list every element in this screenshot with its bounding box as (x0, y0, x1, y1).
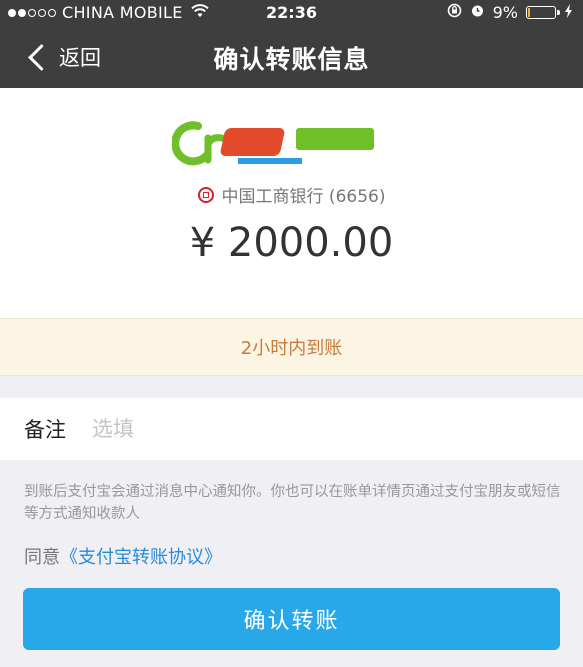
status-right: 9% (447, 3, 573, 22)
page-title: 确认转账信息 (213, 45, 370, 74)
arrival-notice-text: 2小时内到账 (240, 338, 343, 359)
confirm-transfer-button[interactable]: 确认转账 (23, 588, 560, 650)
alarm-icon (470, 3, 485, 22)
charging-icon (564, 3, 573, 22)
agreement-prefix: 同意 (24, 547, 60, 568)
agreement-row: 同意《支付宝转账协议》 (24, 543, 222, 569)
bank-info: 中国工商银行 (6656) (0, 182, 583, 207)
transfer-amount: ¥ 2000.00 (189, 220, 394, 266)
memo-input[interactable] (90, 416, 494, 442)
recipient-card: 中国工商银行 (6656) ¥ 2000.00 (0, 88, 583, 318)
battery-level (528, 8, 530, 17)
memo-row: 备注 (0, 398, 583, 460)
transfer-agreement-link[interactable]: 《支付宝转账协议》 (60, 547, 222, 568)
bank-name: 中国工商银行 (6656) (221, 187, 386, 207)
memo-label: 备注 (24, 418, 66, 442)
rotation-lock-icon (447, 3, 462, 22)
notification-info-text: 到账后支付宝会通过消息中心通知你。你也可以在账单详情页通过支付宝朋友或短信等方式… (24, 484, 561, 522)
arrival-notice: 2小时内到账 (0, 318, 583, 376)
status-bar: CHINA MOBILE 22:36 9% (0, 0, 583, 26)
battery-icon (526, 6, 560, 19)
watermark-logo (171, 116, 382, 168)
nav-bar: 返回 确认转账信息 (0, 26, 583, 88)
icbc-bank-icon (197, 186, 214, 203)
battery-percent: 9% (492, 3, 518, 22)
